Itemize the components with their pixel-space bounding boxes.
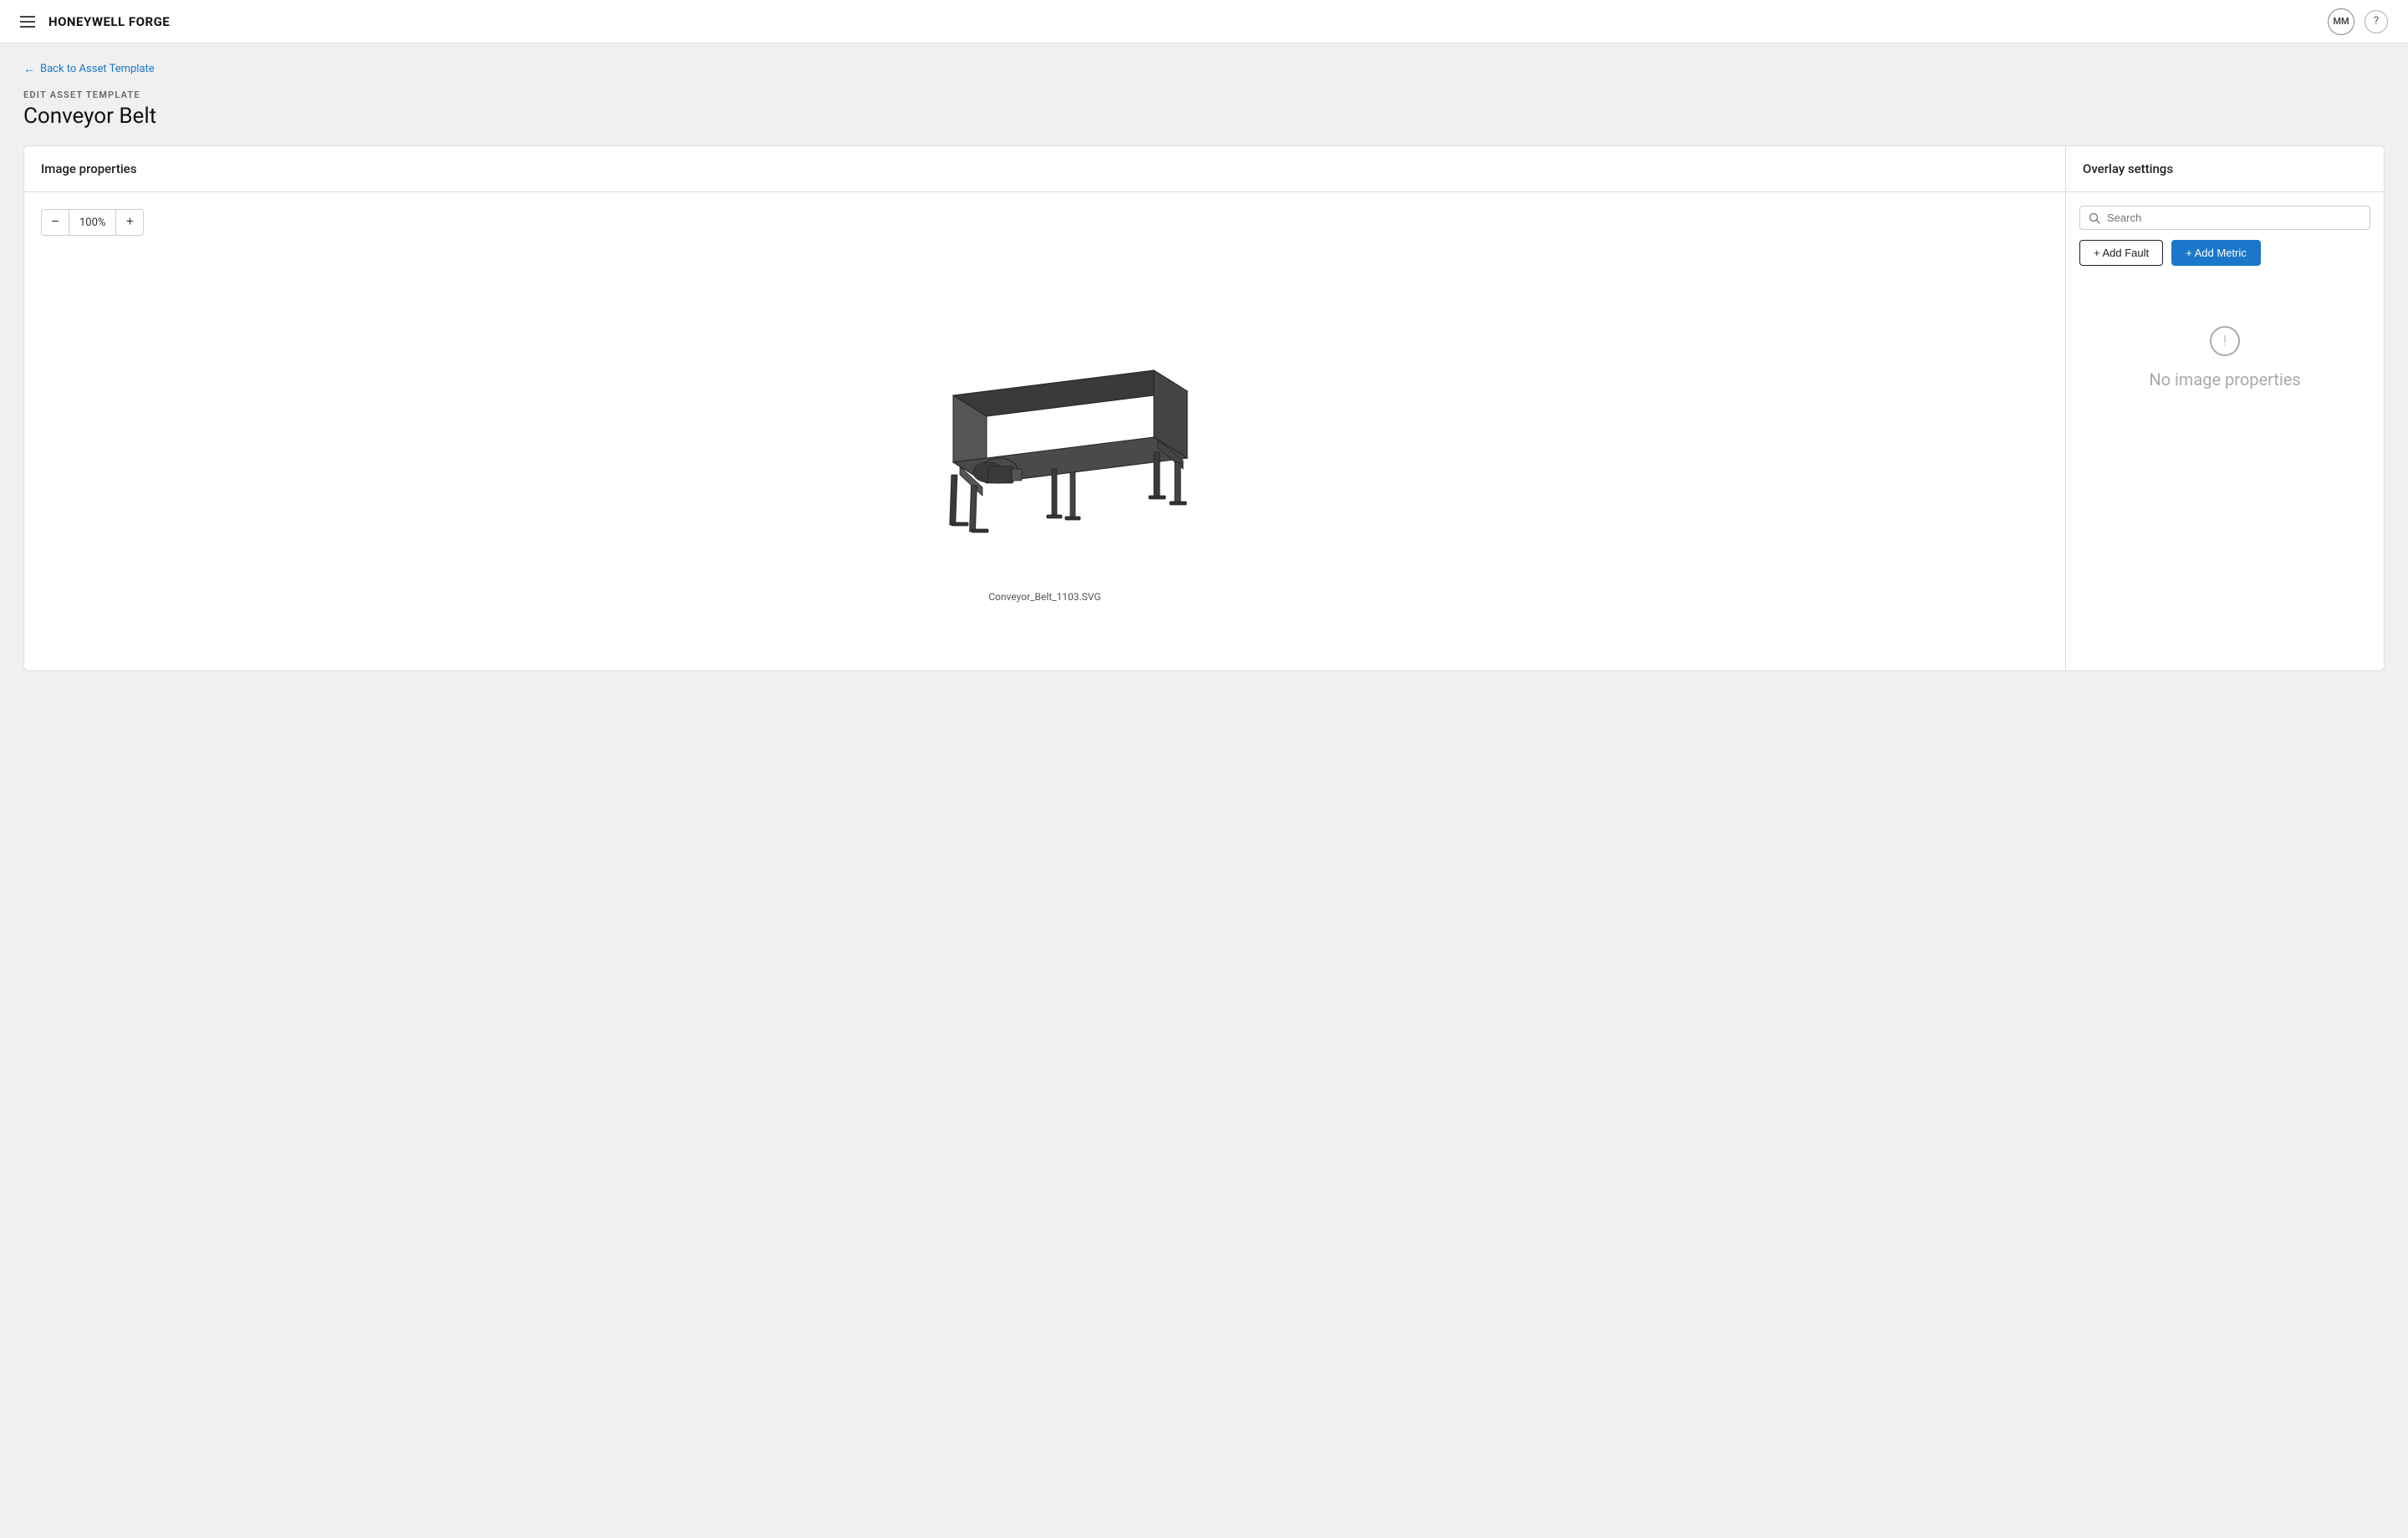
brand-name: HONEYWELL FORGE — [48, 14, 170, 29]
page-title: Conveyor Belt — [23, 104, 2385, 129]
search-icon — [2089, 212, 2100, 224]
conveyor-image — [870, 303, 1221, 571]
left-panel-body: − 100% + — [24, 192, 2065, 670]
add-metric-button[interactable]: + Add Metric — [2171, 240, 2261, 266]
search-box — [2079, 206, 2370, 230]
help-icon[interactable]: ? — [2365, 10, 2388, 33]
right-panel: Overlay settings + Add Fault + Add Metri… — [2066, 146, 2384, 670]
page-label: EDIT ASSET TEMPLATE — [23, 89, 2385, 100]
empty-state: ! No image properties — [2079, 276, 2370, 440]
action-buttons: + Add Fault + Add Metric — [2079, 240, 2370, 266]
image-area: Conveyor_Belt_1103.SVG — [41, 252, 2048, 654]
back-arrow-icon: ← — [23, 62, 35, 76]
zoom-value: 100% — [69, 210, 116, 235]
conveyor-belt-svg — [870, 328, 1221, 546]
image-properties-header: Image properties — [24, 146, 2065, 192]
main-card: Image properties − 100% + — [23, 145, 2385, 671]
image-filename: Conveyor_Belt_1103.SVG — [988, 591, 1100, 603]
header-left: HONEYWELL FORGE — [20, 14, 170, 29]
back-link[interactable]: ← Back to Asset Template — [23, 62, 155, 76]
search-input[interactable] — [2107, 211, 2361, 224]
page-content: ← Back to Asset Template EDIT ASSET TEMP… — [0, 43, 2408, 695]
overlay-body: + Add Fault + Add Metric ! No image prop… — [2066, 192, 2384, 453]
zoom-increase-button[interactable]: + — [116, 210, 143, 235]
zoom-decrease-button[interactable]: − — [42, 210, 69, 235]
add-fault-button[interactable]: + Add Fault — [2079, 240, 2163, 266]
left-panel: Image properties − 100% + — [24, 146, 2066, 670]
header-right: MM ? — [2328, 8, 2388, 35]
app-header: HONEYWELL FORGE MM ? — [0, 0, 2408, 43]
empty-state-icon: ! — [2210, 326, 2240, 356]
hamburger-menu-icon[interactable] — [20, 16, 35, 28]
overlay-settings-header: Overlay settings — [2066, 146, 2384, 192]
empty-state-text: No image properties — [2149, 369, 2300, 390]
zoom-controls: − 100% + — [41, 209, 144, 236]
avatar[interactable]: MM — [2328, 8, 2354, 35]
back-link-label: Back to Asset Template — [40, 63, 155, 75]
